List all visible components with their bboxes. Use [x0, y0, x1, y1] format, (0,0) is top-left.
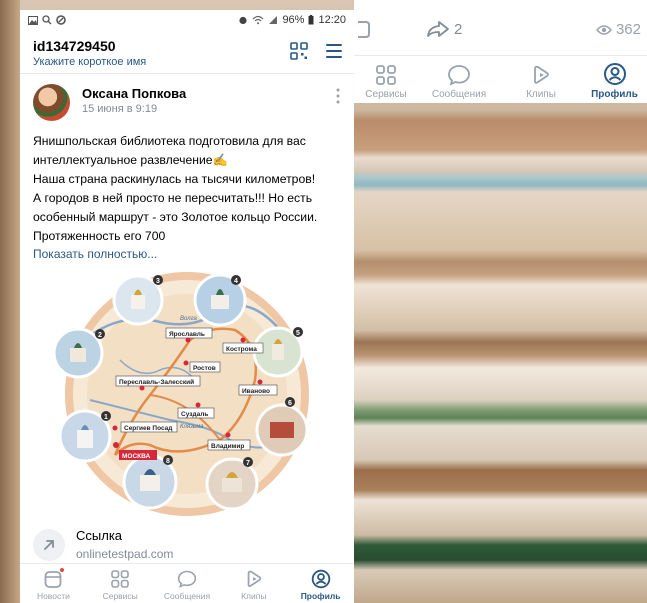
phone-screenshot: 96% 12:20 id134729450 Укажите короткое и… — [20, 10, 354, 603]
post-text-line: Наша страна раскинулась на тысячи киломе… — [33, 172, 316, 186]
medallion-number: 7 — [246, 460, 250, 467]
post-header: Оксана Попкова 15 июня в 9:19 — [20, 74, 354, 126]
link-title[interactable]: Ссылка — [76, 528, 122, 543]
post-text-line: Протяженность его 700 — [33, 229, 166, 243]
post-text-line: особенный маршрут - это Золотое кольцо Р… — [33, 210, 318, 224]
messages-icon — [448, 65, 470, 86]
status-bar: 96% 12:20 — [20, 10, 354, 30]
share-count: 2 — [454, 20, 463, 38]
tab-clips[interactable]: Клипы — [220, 564, 287, 603]
post-author[interactable]: Оксана Попкова — [82, 86, 186, 101]
menu-icon[interactable] — [326, 44, 342, 58]
medallion-number: 5 — [296, 330, 300, 337]
map-illustration: 1 2 3 4 5 6 7 8 Волга Клязьма Ярославль … — [52, 272, 309, 516]
tab-label: Профиль — [591, 89, 638, 100]
circle-icon — [56, 15, 66, 25]
search-icon — [42, 15, 52, 25]
profile-icon — [311, 569, 330, 589]
tab-label: Новости — [36, 591, 70, 601]
tab-label: Профиль — [300, 591, 341, 601]
gallery-icon — [28, 15, 38, 25]
post-text-line: А городов в ней просто не пересчитать!!!… — [33, 191, 313, 205]
city-label: Переславль-Залесский — [119, 378, 194, 386]
link-url[interactable]: onlinetestpad.com — [76, 547, 173, 561]
city-label: МОСКВА — [122, 453, 151, 460]
tab-label: Сервисы — [102, 591, 138, 601]
tab-services[interactable]: Сервисы — [87, 564, 154, 603]
tab-news[interactable]: Новости — [20, 564, 87, 603]
battery-icon — [308, 15, 314, 25]
qr-code-icon[interactable] — [290, 42, 308, 60]
alarm-icon — [239, 16, 248, 25]
tab-messages[interactable]: Сообщения — [154, 564, 221, 603]
wifi-icon — [253, 15, 264, 25]
show-more-link[interactable]: Показать полностью... — [20, 246, 354, 264]
profile-id[interactable]: id134729450 — [33, 38, 116, 54]
tab-services[interactable]: Сервисы — [354, 57, 418, 103]
tab-profile[interactable]: Профиль — [287, 564, 354, 603]
medallion-number: 6 — [288, 400, 292, 407]
views-counter: 362 — [595, 21, 641, 38]
arrow-link-icon — [44, 540, 54, 550]
right-bottom-nav: Сервисы Сообщения Клипы Профиль — [354, 57, 647, 103]
tab-label: Сообщения — [431, 89, 487, 100]
tab-messages[interactable]: Сообщения — [418, 57, 500, 103]
post-date[interactable]: 15 июня в 9:19 — [82, 103, 157, 115]
city-label: Владимир — [211, 443, 244, 450]
status-icons-left — [28, 15, 66, 25]
clips-icon — [247, 570, 261, 587]
more-options-icon[interactable] — [336, 88, 340, 104]
medallion-number: 1 — [104, 414, 108, 421]
avatar[interactable] — [33, 84, 70, 121]
profile-icon — [603, 63, 626, 85]
set-short-name-link[interactable]: Укажите короткое имя — [33, 56, 146, 68]
city-label: Сергиев Посад — [124, 425, 172, 432]
medallion-number: 2 — [98, 332, 102, 339]
comment-icon[interactable] — [356, 20, 370, 40]
services-icon — [376, 65, 396, 85]
views-count: 362 — [615, 21, 641, 38]
city-label: Суздаль — [181, 411, 208, 418]
city-label: Ярославль — [169, 331, 205, 338]
city-label: Кострома — [226, 346, 257, 353]
medallion-number: 4 — [234, 278, 238, 285]
eye-icon — [595, 24, 612, 35]
tab-label: Сервисы — [365, 89, 407, 100]
tab-label: Клипы — [241, 591, 267, 601]
tab-clips[interactable]: Клипы — [500, 57, 582, 103]
city-label: Иваново — [242, 388, 270, 395]
link-icon-wrap — [33, 529, 65, 561]
clock: 12:20 — [318, 14, 346, 26]
river-label: Волга — [180, 316, 197, 322]
river-label: Клязьма — [180, 424, 204, 430]
post-text-line: интеллектуальное развлечение✍ — [33, 153, 228, 167]
signal-icon — [269, 16, 278, 24]
profile-header: id134729450 Укажите короткое имя — [20, 30, 354, 74]
tab-label: Сообщения — [163, 591, 211, 601]
status-icons-right: 96% 12:20 — [238, 14, 346, 26]
notification-dot — [59, 567, 65, 573]
post-action-row: 2 362 — [354, 0, 647, 56]
city-label: Ростов — [193, 365, 216, 372]
background-edge — [0, 0, 20, 603]
services-icon — [111, 570, 129, 588]
share-button[interactable]: 2 — [426, 20, 462, 38]
battery-percent: 96% — [282, 14, 305, 26]
tab-profile[interactable]: Профиль — [582, 57, 647, 103]
tab-label: Клипы — [526, 89, 556, 100]
post-text: Янишпольская библиотека подготовила для … — [20, 132, 354, 246]
right-screenshot-fragment: 2 362 Сервисы Сообщения Клипы Профиль — [354, 0, 647, 103]
post-text-line: Янишпольская библиотека подготовила для … — [33, 134, 306, 148]
clips-icon — [534, 65, 549, 84]
bottom-navigation: Новости Сервисы Сообщения Клипы Профиль — [20, 563, 354, 603]
medallion-number: 3 — [156, 278, 160, 285]
post-image-golden-ring-map[interactable]: 1 2 3 4 5 6 7 8 Волга Клязьма Ярославль … — [20, 270, 354, 518]
medallion-number: 8 — [166, 458, 170, 465]
share-icon — [427, 21, 449, 37]
messages-icon — [177, 570, 197, 588]
